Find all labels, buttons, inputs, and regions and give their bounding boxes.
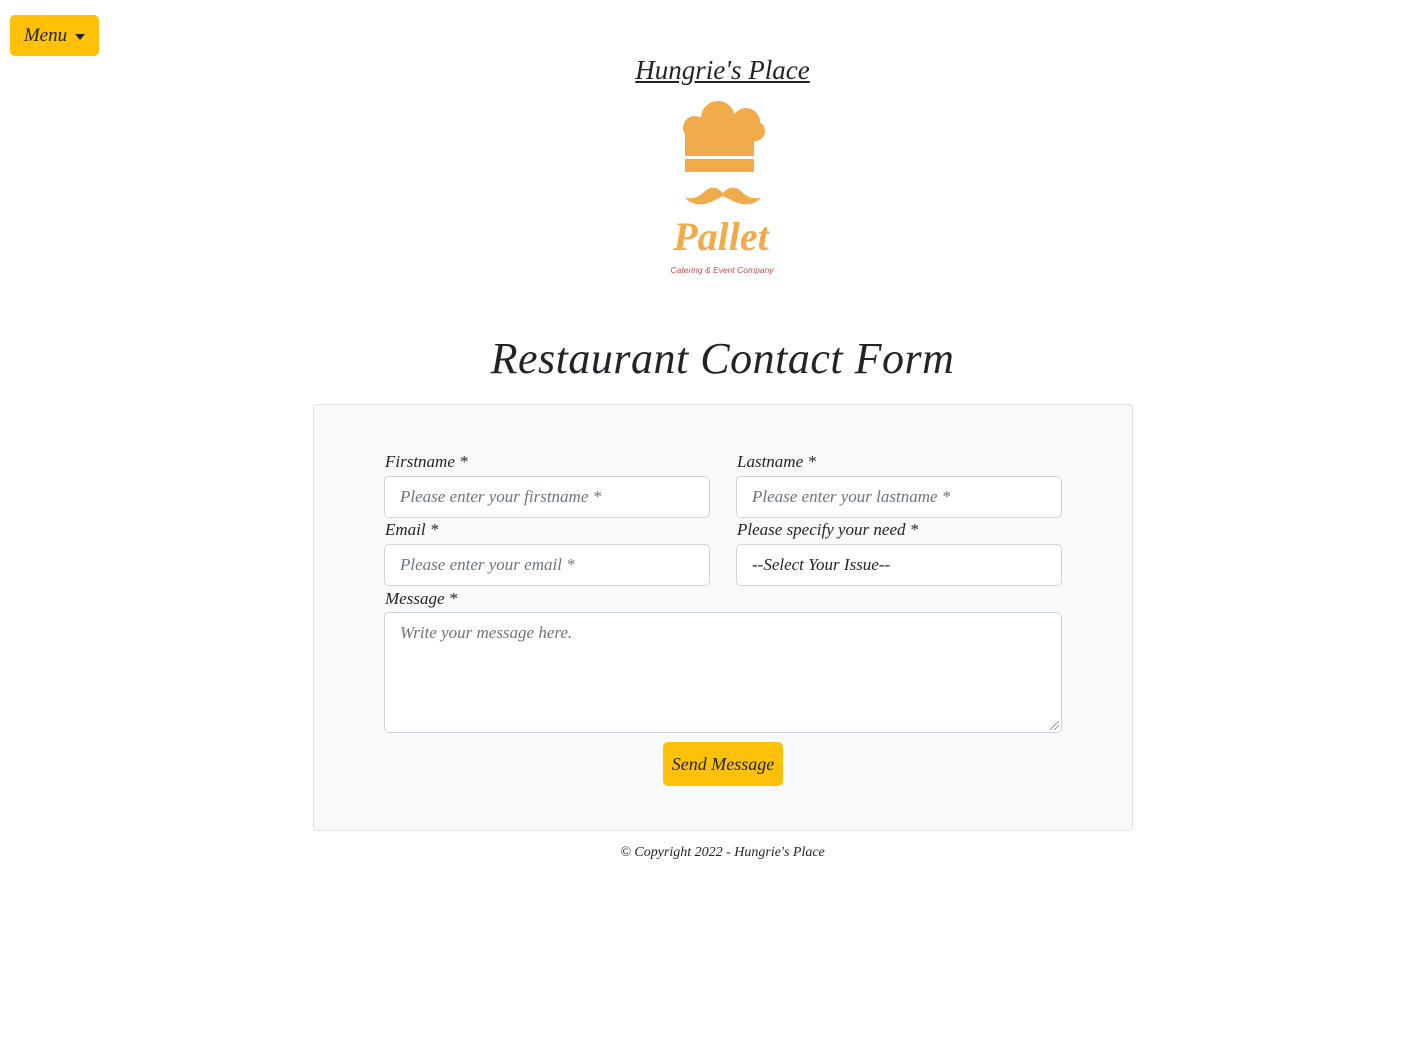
email-label: Email *	[385, 520, 439, 539]
logo-brand-text: Pallet	[672, 214, 770, 259]
resize-handle-icon[interactable]	[1050, 721, 1059, 730]
message-textarea[interactable]: Write your message here.	[384, 612, 1062, 733]
menu-button[interactable]: Menu	[10, 15, 99, 56]
need-selected-value: --Select Your Issue--	[752, 555, 891, 574]
logo-tagline-text: Catering & Event Company	[671, 265, 775, 275]
email-placeholder: Please enter your email *	[400, 555, 575, 574]
firstname-input[interactable]: Please enter your firstname *	[384, 476, 710, 518]
lastname-placeholder: Please enter your lastname *	[752, 487, 951, 506]
firstname-placeholder: Please enter your firstname *	[400, 487, 602, 506]
menu-button-label: Menu	[23, 24, 68, 46]
caret-down-icon	[75, 33, 86, 40]
send-message-label: Send Message	[671, 753, 775, 774]
email-input[interactable]: Please enter your email *	[384, 544, 710, 586]
site-title[interactable]: Hungrie's Place	[0, 55, 1410, 86]
message-placeholder: Write your message here.	[400, 623, 573, 642]
footer-copyright: © Copyright 2022 - Hungrie's Place	[620, 845, 825, 860]
need-label: Please specify your need *	[737, 520, 919, 539]
lastname-input[interactable]: Please enter your lastname *	[736, 476, 1062, 518]
message-label: Message *	[385, 589, 458, 608]
send-message-button[interactable]: Send Message	[663, 742, 783, 786]
lastname-label: Lastname *	[737, 452, 816, 471]
firstname-label: Firstname *	[385, 452, 468, 471]
need-select[interactable]: --Select Your Issue--	[736, 544, 1062, 586]
form-heading: Restaurant Contact Form	[490, 334, 955, 383]
pallet-logo: Pallet Catering & Event Company	[662, 100, 784, 280]
